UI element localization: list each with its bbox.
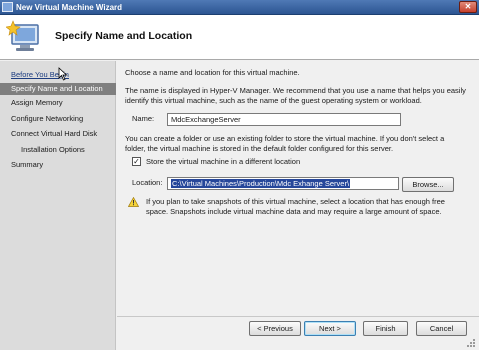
name-input-value: MdcExchangeServer bbox=[171, 115, 241, 124]
footer-divider bbox=[117, 316, 479, 317]
location-input-value: C:\Virtual Machines\Production\Mdc Exhan… bbox=[171, 179, 351, 188]
finish-button[interactable]: Finish bbox=[363, 321, 408, 336]
name-input[interactable]: MdcExchangeServer bbox=[167, 113, 401, 126]
name-help-line-2: identify this virtual machine, such as t… bbox=[125, 96, 422, 105]
nav-item-summary[interactable]: Summary bbox=[0, 159, 116, 171]
resize-grip-icon[interactable] bbox=[466, 338, 476, 348]
wizard-content: Choose a name and location for this virt… bbox=[117, 61, 479, 316]
check-mark-icon: ✓ bbox=[133, 157, 140, 166]
wizard-steps-nav: Before You Begin Specify Name and Locati… bbox=[0, 61, 116, 350]
mouse-cursor-icon bbox=[58, 67, 68, 81]
warning-line-1: If you plan to take snapshots of this vi… bbox=[146, 197, 445, 206]
virtual-machine-wizard-icon bbox=[6, 20, 39, 51]
location-input[interactable]: C:\Virtual Machines\Production\Mdc Exhan… bbox=[167, 177, 399, 190]
nav-item-specify-name-location[interactable]: Specify Name and Location bbox=[0, 83, 116, 95]
nav-item-installation-options[interactable]: Installation Options bbox=[0, 144, 116, 156]
intro-text: Choose a name and location for this virt… bbox=[125, 68, 300, 77]
window-title: New Virtual Machine Wizard bbox=[16, 3, 123, 12]
wizard-window: New Virtual Machine Wizard ✕ Specify Nam… bbox=[0, 0, 479, 350]
wizard-header: Specify Name and Location bbox=[0, 15, 479, 60]
folder-help-line-1: You can create a folder or use an existi… bbox=[125, 134, 445, 143]
location-label: Location: bbox=[132, 178, 163, 187]
name-label: Name: bbox=[132, 114, 155, 123]
title-bar[interactable]: New Virtual Machine Wizard ✕ bbox=[0, 0, 479, 15]
page-title: Specify Name and Location bbox=[55, 30, 193, 42]
store-location-checkbox[interactable]: ✓ bbox=[132, 157, 141, 166]
previous-button[interactable]: < Previous bbox=[249, 321, 301, 336]
store-location-checkbox-label[interactable]: Store the virtual machine in a different… bbox=[146, 156, 300, 168]
nav-item-configure-networking[interactable]: Configure Networking bbox=[0, 113, 116, 125]
next-button[interactable]: Next > bbox=[304, 321, 356, 336]
name-help-line-1: The name is displayed in Hyper-V Manager… bbox=[125, 86, 466, 95]
folder-help-line-2: folder, the virtual machine is stored in… bbox=[125, 144, 394, 153]
nav-item-assign-memory[interactable]: Assign Memory bbox=[0, 97, 116, 109]
warning-icon bbox=[128, 197, 139, 207]
browse-button[interactable]: Browse... bbox=[402, 177, 454, 192]
window-icon bbox=[2, 2, 13, 12]
warning-line-2: space. Snapshots include virtual machine… bbox=[146, 207, 442, 216]
close-icon: ✕ bbox=[464, 2, 472, 11]
close-button[interactable]: ✕ bbox=[459, 1, 477, 13]
cancel-button[interactable]: Cancel bbox=[416, 321, 467, 336]
nav-item-connect-virtual-hard-disk[interactable]: Connect Virtual Hard Disk bbox=[0, 128, 116, 140]
